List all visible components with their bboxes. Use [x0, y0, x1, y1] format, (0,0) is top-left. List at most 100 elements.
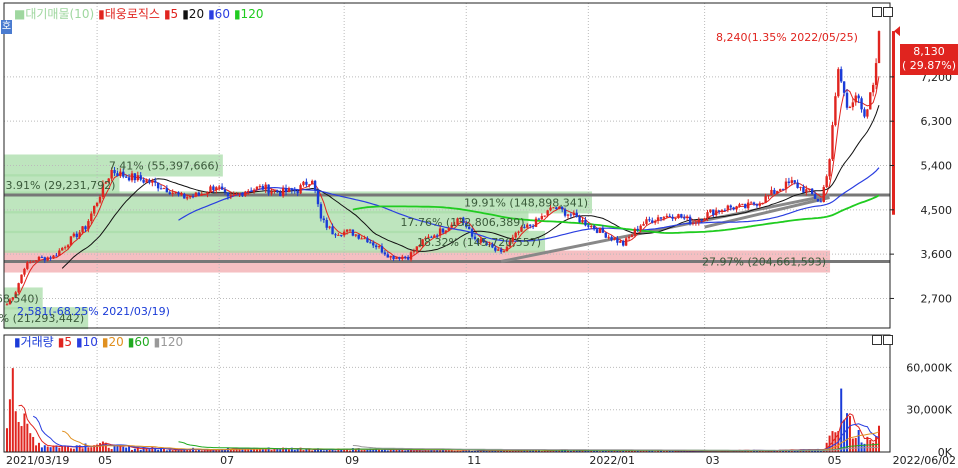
- candle: [383, 252, 387, 255]
- candle: [258, 186, 262, 188]
- candle: [354, 234, 357, 236]
- volume-bar: [151, 446, 154, 452]
- candle: [808, 188, 811, 190]
- volume-bar: [866, 436, 869, 452]
- candle: [776, 190, 779, 194]
- candle: [874, 63, 878, 85]
- candle: [348, 229, 352, 231]
- candle: [563, 209, 567, 216]
- y-tick-label: 4,500: [921, 204, 953, 217]
- volume-bar: [846, 413, 849, 452]
- close-button[interactable]: [883, 7, 893, 17]
- side-marker[interactable]: 호: [1, 20, 12, 34]
- volume-legend: ▮거래량 ▮5 ▮10 ▮20 ▮60 ▮120: [14, 333, 187, 350]
- legend-item[interactable]: ▮20: [102, 335, 124, 349]
- candle: [360, 238, 363, 240]
- legend-item[interactable]: ▮5: [58, 335, 72, 349]
- legend-item[interactable]: ▮5: [164, 7, 178, 21]
- candle: [215, 187, 218, 190]
- legend-item[interactable]: ■대기매물(10): [14, 7, 94, 21]
- candle: [662, 217, 666, 219]
- candle: [299, 185, 302, 194]
- candle: [755, 204, 759, 206]
- candle: [177, 192, 180, 195]
- candle: [822, 187, 825, 202]
- candle: [831, 125, 834, 160]
- candle: [497, 249, 500, 251]
- price-legend: ■대기매물(10) ▮태웅로직스 ▮5 ▮20 ▮60 ▮120: [14, 5, 267, 22]
- legend-item[interactable]: ▮120: [154, 335, 184, 349]
- volume-maximize-button[interactable]: [872, 335, 882, 345]
- candle: [581, 220, 584, 223]
- candle: [217, 186, 221, 188]
- candle: [819, 201, 823, 203]
- candle: [863, 109, 866, 117]
- candle: [717, 210, 721, 212]
- candle: [124, 176, 128, 178]
- candle: [813, 194, 817, 199]
- volume-bar: [46, 446, 49, 452]
- candle: [517, 231, 520, 233]
- candle: [69, 236, 73, 246]
- volume-bar: [69, 448, 72, 452]
- candle: [738, 204, 741, 207]
- candle: [622, 241, 625, 246]
- candle: [284, 188, 288, 193]
- legend-item[interactable]: ▮거래량: [14, 335, 54, 349]
- candle: [90, 213, 93, 222]
- x-tick-label: 11: [467, 454, 481, 467]
- volume-close-button[interactable]: [883, 335, 893, 345]
- candle: [223, 189, 227, 193]
- candle: [238, 192, 241, 194]
- candle: [61, 248, 64, 251]
- candle: [322, 218, 326, 221]
- candle: [247, 190, 250, 192]
- volume-bar: [37, 442, 40, 452]
- candle: [802, 186, 805, 193]
- candle: [598, 227, 602, 233]
- candle: [226, 192, 230, 197]
- candle: [276, 190, 279, 193]
- candle: [293, 190, 296, 192]
- candle: [84, 226, 87, 230]
- candle: [235, 193, 238, 195]
- candle: [537, 218, 541, 220]
- volume-ma-line: [62, 430, 880, 452]
- high-price-label: 8,240(1.35% 2022/05/25): [716, 31, 858, 44]
- legend-item[interactable]: ▮120: [234, 7, 264, 21]
- maximize-button[interactable]: [872, 7, 882, 17]
- legend-item[interactable]: ▮60: [208, 7, 230, 21]
- candle: [627, 237, 631, 239]
- candle: [139, 175, 142, 180]
- legend-item[interactable]: ▮10: [76, 335, 98, 349]
- candle: [834, 96, 837, 126]
- candle: [758, 203, 762, 206]
- legend-item[interactable]: ▮60: [128, 335, 150, 349]
- legend-item[interactable]: ▮태웅로직스: [98, 7, 160, 21]
- candle: [616, 238, 619, 243]
- candle: [854, 95, 857, 103]
- candle: [220, 186, 224, 190]
- candle: [46, 257, 49, 261]
- volume-bar: [17, 421, 20, 452]
- volume-bar: [90, 447, 93, 452]
- candle: [607, 236, 610, 238]
- candle: [40, 256, 44, 258]
- candle: [706, 212, 709, 219]
- candle: [569, 214, 573, 216]
- volume-bar: [23, 413, 26, 452]
- candle: [357, 234, 360, 239]
- candle: [372, 242, 375, 246]
- candle: [162, 188, 166, 190]
- candle: [642, 223, 645, 226]
- candle: [700, 219, 703, 221]
- volume-ma-line: [32, 415, 880, 452]
- candle: [502, 250, 506, 252]
- low-price-label: 2,581(-68.25% 2021/03/19): [17, 305, 170, 318]
- legend-item[interactable]: ▮20: [182, 7, 204, 21]
- candle: [531, 225, 535, 227]
- candle: [26, 262, 29, 269]
- candle: [764, 196, 767, 203]
- candle: [787, 181, 791, 183]
- candle: [712, 209, 715, 216]
